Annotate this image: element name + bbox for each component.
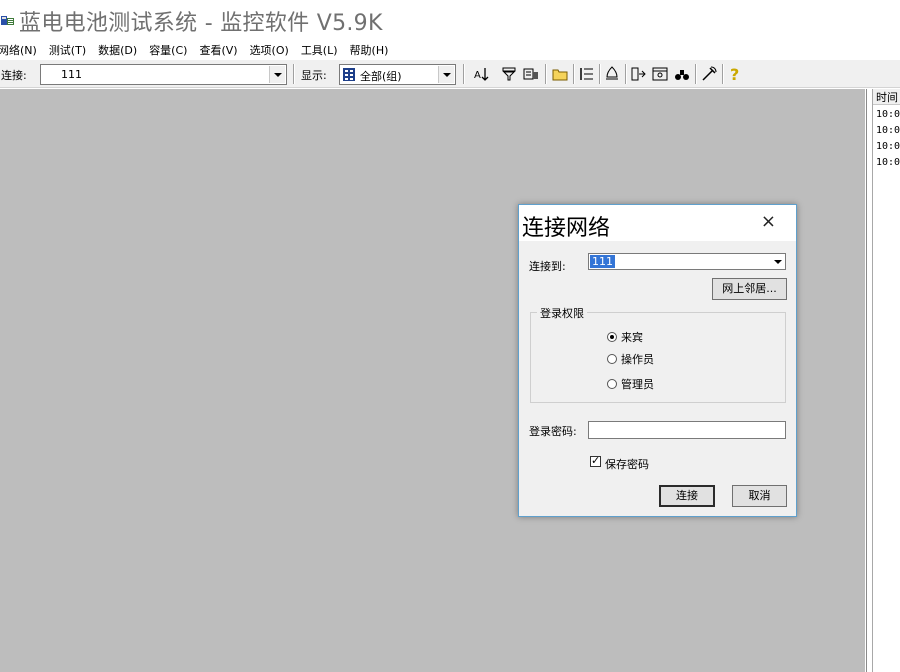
log-row: 10:0 — [876, 157, 900, 168]
tools-icon[interactable] — [700, 65, 718, 83]
password-field[interactable] — [588, 421, 786, 439]
window-icon[interactable] — [651, 65, 669, 83]
password-label: 登录密码: — [529, 425, 577, 438]
svg-text:?: ? — [730, 65, 739, 83]
menu-test[interactable]: 测试(T) — [49, 42, 92, 58]
menu-tools[interactable]: 工具(L) — [301, 42, 344, 58]
sort-icon[interactable]: A — [473, 65, 491, 83]
toolbar-separator — [573, 64, 575, 84]
connect-button[interactable]: 连接 — [659, 485, 715, 507]
help-icon[interactable]: ? — [727, 65, 745, 84]
log-row: 10:0 — [876, 141, 900, 152]
menu-network[interactable]: 网络(N) — [0, 42, 43, 58]
role-admin-radio[interactable] — [607, 379, 617, 389]
dialog-title: 连接网络 — [522, 216, 611, 241]
toolbar-separator — [599, 64, 601, 84]
login-permission-title: 登录权限 — [537, 305, 587, 321]
role-admin-label[interactable]: 管理员 — [621, 376, 654, 392]
toolbar-separator — [722, 64, 724, 84]
log-row: 10:0 — [876, 125, 900, 136]
login-permission-group: 登录权限 来宾 操作员 管理员 — [530, 305, 786, 403]
channel-icon[interactable] — [522, 65, 540, 83]
toolbar-separator — [463, 64, 465, 84]
network-neighborhood-button[interactable]: 网上邻居... — [712, 278, 787, 300]
filter-icon[interactable] — [500, 65, 518, 83]
role-operator-label[interactable]: 操作员 — [621, 351, 654, 367]
folder-icon[interactable] — [551, 65, 569, 83]
toolbar-separator — [545, 64, 547, 84]
menu-view[interactable]: 查看(V) — [199, 42, 243, 58]
log-list[interactable]: 时间 10:0 10:0 10:0 10:0 — [872, 89, 900, 672]
role-operator-radio[interactable] — [607, 354, 617, 364]
chevron-down-icon[interactable] — [771, 254, 785, 269]
connect-label: 连接: — [1, 69, 27, 82]
connect-to-label: 连接到: — [529, 260, 566, 273]
binoculars-icon[interactable] — [673, 65, 691, 83]
log-panel: 时间 10:0 10:0 10:0 10:0 — [866, 89, 900, 672]
role-guest-label[interactable]: 来宾 — [621, 329, 643, 345]
grid-icon — [343, 68, 355, 81]
connect-network-dialog: 连接网络 × 连接到: 111 网上邻居... 登录权限 来宾 操作员 管理员 … — [518, 204, 797, 517]
log-column-header-time[interactable]: 时间 — [873, 89, 900, 105]
toolbar-separator — [695, 64, 697, 84]
toolbar-separator — [293, 64, 295, 84]
menu-help[interactable]: 帮助(H) — [350, 42, 395, 58]
display-combo[interactable]: 全部(组) — [339, 64, 456, 85]
battery-app-icon — [0, 12, 16, 28]
chevron-down-icon[interactable] — [438, 66, 454, 83]
connect-to-combo[interactable]: 111 — [588, 253, 786, 270]
menu-data[interactable]: 数据(D) — [98, 42, 143, 58]
svg-text:A: A — [474, 70, 481, 81]
toolbar-separator — [625, 64, 627, 84]
bell-icon[interactable] — [603, 65, 621, 83]
window-titlebar: 蓝电电池测试系统 - 监控软件 V5.9K — [0, 0, 900, 40]
close-icon[interactable]: × — [761, 211, 776, 232]
menu-bar: 网络(N) 测试(T) 数据(D) 容量(C) 查看(V) 选项(O) 工具(L… — [0, 40, 900, 60]
display-label: 显示: — [301, 69, 327, 82]
menu-options[interactable]: 选项(O) — [250, 42, 295, 58]
save-password-label[interactable]: 保存密码 — [605, 456, 649, 472]
cancel-button[interactable]: 取消 — [732, 485, 787, 507]
connect-combo-value: 111 — [61, 68, 82, 81]
save-password-checkbox[interactable] — [590, 454, 601, 467]
display-combo-value: 全部(组) — [360, 70, 402, 83]
toolbar: 连接: 111 显示: 全部(组) A ? — [0, 60, 900, 88]
window-title: 蓝电电池测试系统 - 监控软件 V5.9K — [19, 11, 383, 36]
list-icon[interactable] — [578, 65, 596, 83]
role-guest-radio[interactable] — [607, 332, 617, 342]
connect-to-value: 111 — [590, 255, 615, 268]
chevron-down-icon[interactable] — [269, 66, 285, 83]
dialog-titlebar[interactable]: 连接网络 × — [519, 205, 796, 241]
connect-combo[interactable]: 111 — [40, 64, 287, 85]
menu-capacity[interactable]: 容量(C) — [149, 42, 193, 58]
log-row: 10:0 — [876, 109, 900, 120]
export-icon[interactable] — [629, 65, 647, 83]
